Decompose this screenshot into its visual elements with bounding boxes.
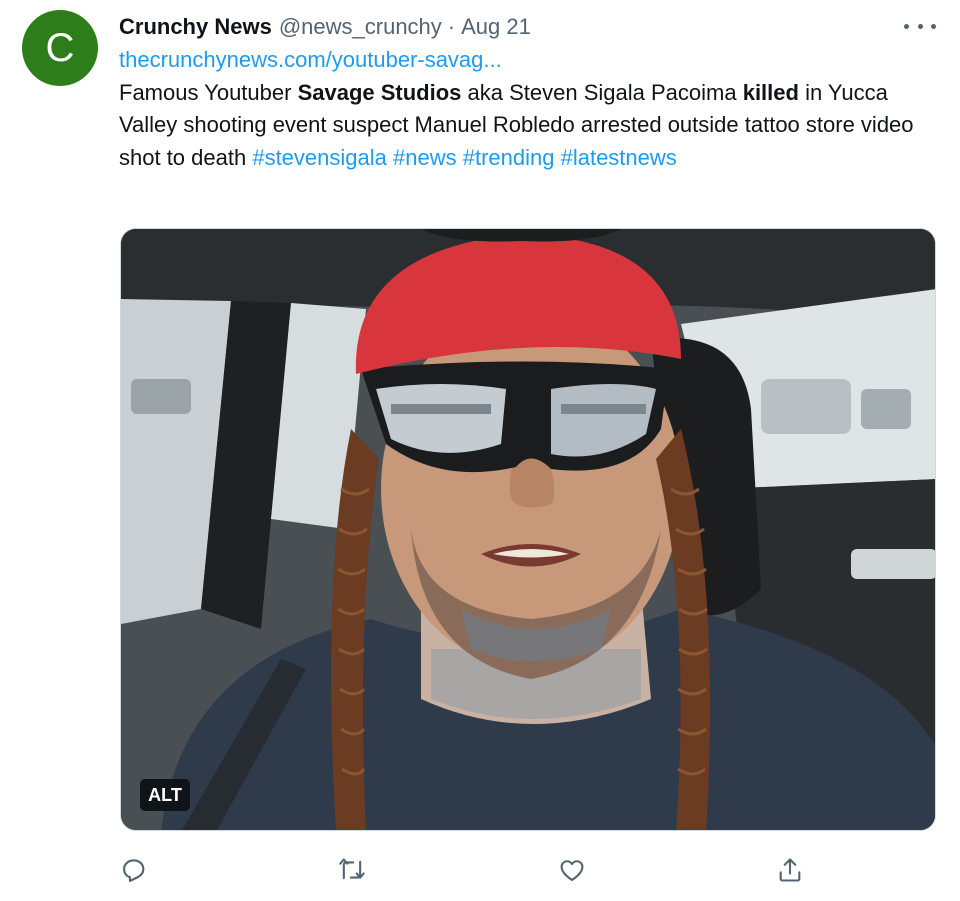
like-button[interactable] xyxy=(552,850,592,890)
display-name[interactable]: Crunchy News xyxy=(119,14,272,40)
text-bold-segment: Savage Studios xyxy=(297,79,462,105)
retweet-button[interactable] xyxy=(332,850,372,890)
tweet-text: thecrunchynews.com/youtuber-savag... Fam… xyxy=(119,44,919,174)
share-button[interactable] xyxy=(770,850,810,890)
tweet-actions xyxy=(0,850,960,890)
avatar[interactable]: C xyxy=(22,10,98,86)
tweet-date[interactable]: Aug 21 xyxy=(461,14,531,40)
avatar-letter: C xyxy=(45,25,75,70)
hashtag-news[interactable]: #news xyxy=(393,145,457,170)
hashtag-trending[interactable]: #trending xyxy=(463,145,555,170)
retweet-icon xyxy=(339,858,365,880)
more-dot xyxy=(904,23,909,29)
media-image xyxy=(121,229,935,830)
reply-button[interactable] xyxy=(114,850,154,890)
article-link[interactable]: thecrunchynews.com/youtuber-savag... xyxy=(119,47,502,72)
text-bold-segment: killed xyxy=(742,79,799,105)
separator-dot: · xyxy=(447,14,456,39)
tweet-media-photo[interactable] xyxy=(120,228,936,831)
user-handle[interactable]: @news_crunchy xyxy=(279,14,442,40)
hashtag-stevensigala[interactable]: #stevensigala xyxy=(252,145,387,170)
text-segment: aka Steven Sigala Pacoima xyxy=(461,79,743,105)
more-dot xyxy=(931,23,936,29)
like-icon xyxy=(560,860,584,881)
hashtag-latestnews[interactable]: #latestnews xyxy=(561,145,677,170)
tweet[interactable]: C Crunchy News @news_crunchy · Aug 21 th… xyxy=(0,0,960,901)
reply-icon xyxy=(123,859,145,883)
alt-text-badge[interactable]: ALT xyxy=(140,779,190,811)
text-segment: Famous Youtuber xyxy=(119,79,298,105)
tweet-header: Crunchy News @news_crunchy · Aug 21 xyxy=(119,10,531,44)
more-dot xyxy=(917,23,923,29)
more-options-icon[interactable] xyxy=(904,16,936,36)
share-icon xyxy=(779,858,801,882)
